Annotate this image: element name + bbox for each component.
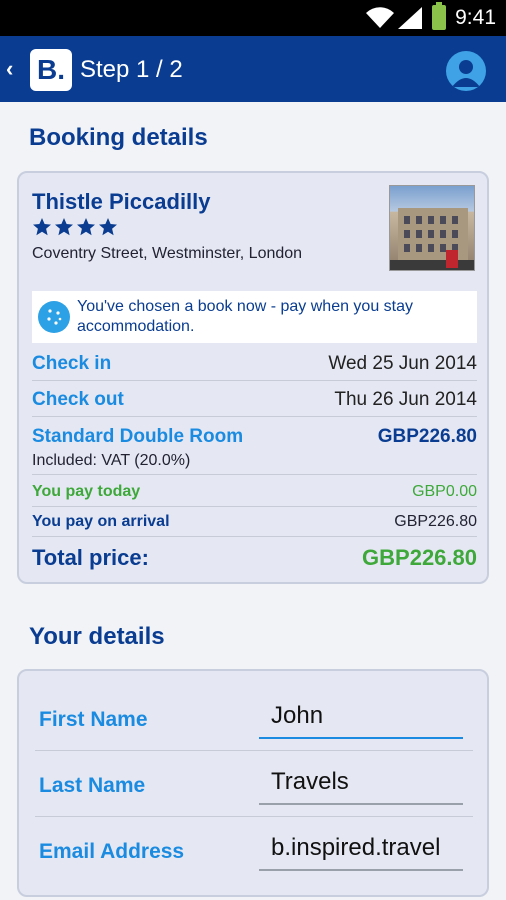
star-rating [32,217,118,237]
hotel-name[interactable]: Thistle Piccadilly [32,189,211,215]
check-in-label: Check in [32,353,112,374]
star-icon [77,218,95,236]
page-title: Step 1 / 2 [80,56,183,83]
hotel-photo[interactable] [389,185,475,271]
star-icon [33,218,51,236]
total-row: Total price: GBP226.80 [32,537,477,577]
pay-arrival-row: You pay on arrival GBP226.80 [32,507,477,537]
total-label: Total price: [32,545,149,570]
signal-icon [398,7,422,29]
vat-note: Included: VAT (20.0%) [32,452,191,469]
check-out-value: Thu 26 Jun 2014 [334,389,477,410]
check-out-row: Check out Thu 26 Jun 2014 [32,381,477,417]
booking-details-heading: Booking details [29,124,208,151]
star-icon [99,218,117,236]
hotel-address: Coventry Street, Westminster, London [32,245,303,262]
room-type[interactable]: Standard Double Room [32,426,243,448]
room-price: GBP226.80 [377,426,477,447]
pay-at-stay-notice: You've chosen a book now - pay when you … [32,291,477,343]
notice-text: You've chosen a book now - pay when you … [77,298,414,335]
pay-arrival-label: You pay on arrival [32,513,170,530]
pay-today-value: GBP0.00 [412,483,477,500]
status-bar: 9:41 [0,0,506,36]
check-in-value: Wed 25 Jun 2014 [328,353,477,374]
info-icon [38,301,70,333]
your-details-heading: Your details [29,623,165,650]
last-name-field[interactable]: Travels [259,765,463,805]
email-label: Email Address [39,840,185,863]
booking-logo[interactable]: B. [30,49,72,91]
details-card: First Name John Last Name Travels Email … [17,669,489,897]
booking-card: Thistle Piccadilly Coventry Street, West… [17,171,489,584]
star-icon [55,218,73,236]
email-row: Email Address b.inspired.travel [35,817,473,883]
battery-icon [432,2,446,30]
first-name-field[interactable]: John [259,699,463,739]
check-in-row: Check in Wed 25 Jun 2014 [32,345,477,381]
first-name-label: First Name [39,708,148,731]
pay-today-row: You pay today GBP0.00 [32,475,477,507]
last-name-label: Last Name [39,774,146,797]
clock: 9:41 [455,6,496,29]
account-icon[interactable] [446,51,486,91]
pay-arrival-value: GBP226.80 [394,513,477,530]
room-row: Standard Double Room GBP226.80 Included:… [32,417,477,475]
first-name-row: First Name John [35,685,473,751]
email-field[interactable]: b.inspired.travel [259,831,463,871]
wifi-icon [366,7,394,29]
last-name-row: Last Name Travels [35,751,473,817]
total-value: GBP226.80 [362,545,477,570]
pay-today-label: You pay today [32,483,141,500]
back-button[interactable]: ‹ [6,56,13,82]
app-bar: ‹ B. Step 1 / 2 [0,36,506,102]
check-out-label: Check out [32,389,124,410]
